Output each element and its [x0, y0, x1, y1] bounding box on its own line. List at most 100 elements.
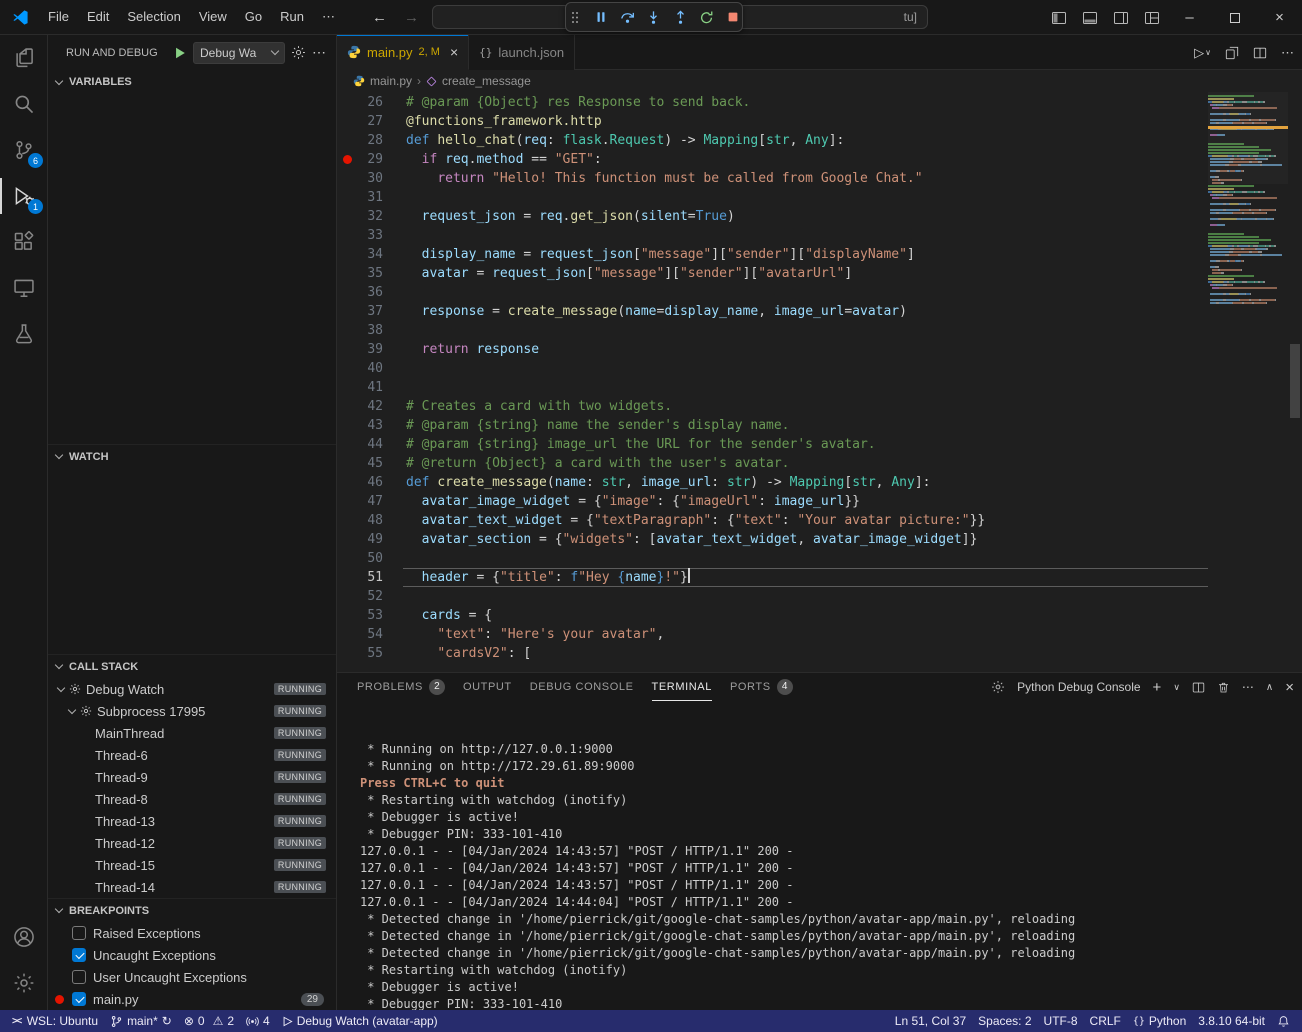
step-over-icon[interactable] [619, 8, 636, 26]
breakpoint-item[interactable]: User Uncaught Exceptions [48, 966, 336, 988]
code-line[interactable]: 51 header = {"title": f"Hey {name}!"} [337, 568, 1302, 587]
debug-settings-gear-icon[interactable] [291, 45, 306, 60]
code-line[interactable]: 43# @param {string} name the sender's di… [337, 416, 1302, 435]
code-line[interactable]: 33 [337, 226, 1302, 245]
activity-remote-explorer[interactable] [0, 265, 48, 311]
activity-settings[interactable] [0, 960, 48, 1006]
stop-icon[interactable] [725, 8, 742, 26]
customize-layout-icon[interactable] [1144, 10, 1160, 26]
callstack-item[interactable]: Thread-15RUNNING [48, 854, 336, 876]
breakpoint-checkbox[interactable] [72, 926, 86, 940]
code-line[interactable]: 48 avatar_text_widget = {"textParagraph"… [337, 511, 1302, 530]
breakpoint-gutter[interactable] [337, 416, 357, 435]
code-line[interactable]: 38 [337, 321, 1302, 340]
kill-terminal-icon[interactable] [1217, 681, 1230, 694]
code-line[interactable]: 47 avatar_image_widget = {"image": {"ima… [337, 492, 1302, 511]
breakpoint-gutter[interactable] [337, 93, 357, 112]
breakpoint-gutter[interactable] [337, 454, 357, 473]
breakpoint-gutter[interactable] [337, 511, 357, 530]
breakpoint-gutter[interactable] [337, 245, 357, 264]
breakpoint-gutter[interactable] [337, 264, 357, 283]
breakpoint-gutter[interactable] [337, 112, 357, 131]
code-line[interactable]: 50 [337, 549, 1302, 568]
minimize-icon[interactable]: – [1167, 0, 1212, 35]
menu-more[interactable]: ⋯ [313, 5, 344, 29]
code-line[interactable]: 31 [337, 188, 1302, 207]
breakpoint-gutter[interactable] [337, 473, 357, 492]
code-line[interactable]: 36 [337, 283, 1302, 302]
breakpoint-gutter[interactable] [337, 644, 357, 663]
status-notifications[interactable] [1271, 1010, 1296, 1032]
callstack-item[interactable]: Thread-13RUNNING [48, 810, 336, 832]
toggle-secondary-sidebar-icon[interactable] [1113, 10, 1129, 26]
close-icon[interactable]: × [450, 44, 458, 60]
status-debug-status[interactable]: Debug Watch (avatar-app) [276, 1010, 444, 1032]
code-line[interactable]: 35 avatar = request_json["message"]["sen… [337, 264, 1302, 283]
callstack-item[interactable]: Thread-9RUNNING [48, 766, 336, 788]
breakpoint-gutter[interactable] [337, 359, 357, 378]
code-line[interactable]: 39 return response [337, 340, 1302, 359]
callstack-item[interactable]: Thread-14RUNNING [48, 876, 336, 898]
status-indentation[interactable]: Spaces: 2 [972, 1010, 1037, 1032]
callstack-item[interactable]: Thread-12RUNNING [48, 832, 336, 854]
restart-icon[interactable] [698, 8, 715, 26]
status-branch[interactable]: main*↻ [104, 1010, 178, 1032]
breakpoint-gutter[interactable] [337, 435, 357, 454]
code-line[interactable]: 49 avatar_section = {"widgets": [avatar_… [337, 530, 1302, 549]
run-python-file-icon[interactable]: ▷∨ [1194, 45, 1211, 61]
breakpoint-gutter[interactable] [337, 302, 357, 321]
breakpoint-checkbox[interactable] [72, 948, 86, 962]
activity-source-control[interactable]: 6 [0, 127, 48, 173]
terminal-dropdown-icon[interactable]: ∨ [1173, 682, 1180, 693]
breakpoint-gutter[interactable] [337, 397, 357, 416]
step-into-icon[interactable] [645, 8, 662, 26]
watch-section-header[interactable]: WATCH [48, 444, 336, 468]
status-python-version[interactable]: 3.8.10 64-bit [1192, 1010, 1271, 1032]
activity-account[interactable] [0, 914, 48, 960]
code-line[interactable]: 46def create_message(name: str, image_ur… [337, 473, 1302, 492]
status-remote[interactable]: ><WSL: Ubuntu [6, 1010, 104, 1032]
activity-extensions[interactable] [0, 219, 48, 265]
maximize-panel-icon[interactable]: ∧ [1266, 682, 1273, 693]
terminal-output[interactable]: * Running on http://127.0.0.1:9000 * Run… [337, 701, 1302, 1010]
minimap[interactable] [1208, 92, 1288, 672]
code-line[interactable]: 40 [337, 359, 1302, 378]
breakpoint-icon[interactable] [337, 150, 357, 169]
code-line[interactable]: 28def hello_chat(req: flask.Request) -> … [337, 131, 1302, 150]
breakpoint-gutter[interactable] [337, 226, 357, 245]
code-line[interactable]: 42# Creates a card with two widgets. [337, 397, 1302, 416]
breakpoint-gutter[interactable] [337, 587, 357, 606]
code-line[interactable]: 44# @param {string} image_url the URL fo… [337, 435, 1302, 454]
breakpoint-gutter[interactable] [337, 492, 357, 511]
status-encoding[interactable]: UTF-8 [1038, 1010, 1084, 1032]
toggle-panel-icon[interactable] [1082, 10, 1098, 26]
toggle-sidebar-icon[interactable] [1051, 10, 1067, 26]
code-line[interactable]: 41 [337, 378, 1302, 397]
breakpoints-section-header[interactable]: BREAKPOINTS [48, 898, 336, 922]
editor-more-icon[interactable]: ⋯ [1281, 45, 1294, 61]
step-out-icon[interactable] [672, 8, 689, 26]
start-debugging-icon[interactable] [173, 46, 187, 60]
breakpoint-gutter[interactable] [337, 207, 357, 226]
scrollbar-thumb[interactable] [1290, 344, 1300, 418]
code-line[interactable]: 52 [337, 587, 1302, 606]
status-eol[interactable]: CRLF [1084, 1010, 1127, 1032]
debug-config-dropdown[interactable]: Debug Wa [193, 42, 285, 64]
panel-tab-debug-console[interactable]: DEBUG CONSOLE [530, 673, 634, 701]
code-line[interactable]: 54 "text": "Here's your avatar", [337, 625, 1302, 644]
breakpoint-gutter[interactable] [337, 340, 357, 359]
menu-go[interactable]: Go [236, 5, 271, 29]
panel-tab-problems[interactable]: PROBLEMS2 [357, 673, 445, 701]
callstack-item[interactable]: Debug WatchRUNNING [48, 678, 336, 700]
breakpoint-gutter[interactable] [337, 321, 357, 340]
menu-run[interactable]: Run [271, 5, 313, 29]
breakpoint-item[interactable]: Raised Exceptions [48, 922, 336, 944]
callstack-item[interactable]: Thread-6RUNNING [48, 744, 336, 766]
activity-explorer[interactable] [0, 35, 48, 81]
activity-search[interactable] [0, 81, 48, 127]
breakpoint-item[interactable]: Uncaught Exceptions [48, 944, 336, 966]
code-line[interactable]: 34 display_name = request_json["message"… [337, 245, 1302, 264]
toolbar-grip-icon[interactable] [566, 8, 583, 26]
sidebar-more-icon[interactable]: ⋯ [312, 44, 326, 61]
code-line[interactable]: 53 cards = { [337, 606, 1302, 625]
